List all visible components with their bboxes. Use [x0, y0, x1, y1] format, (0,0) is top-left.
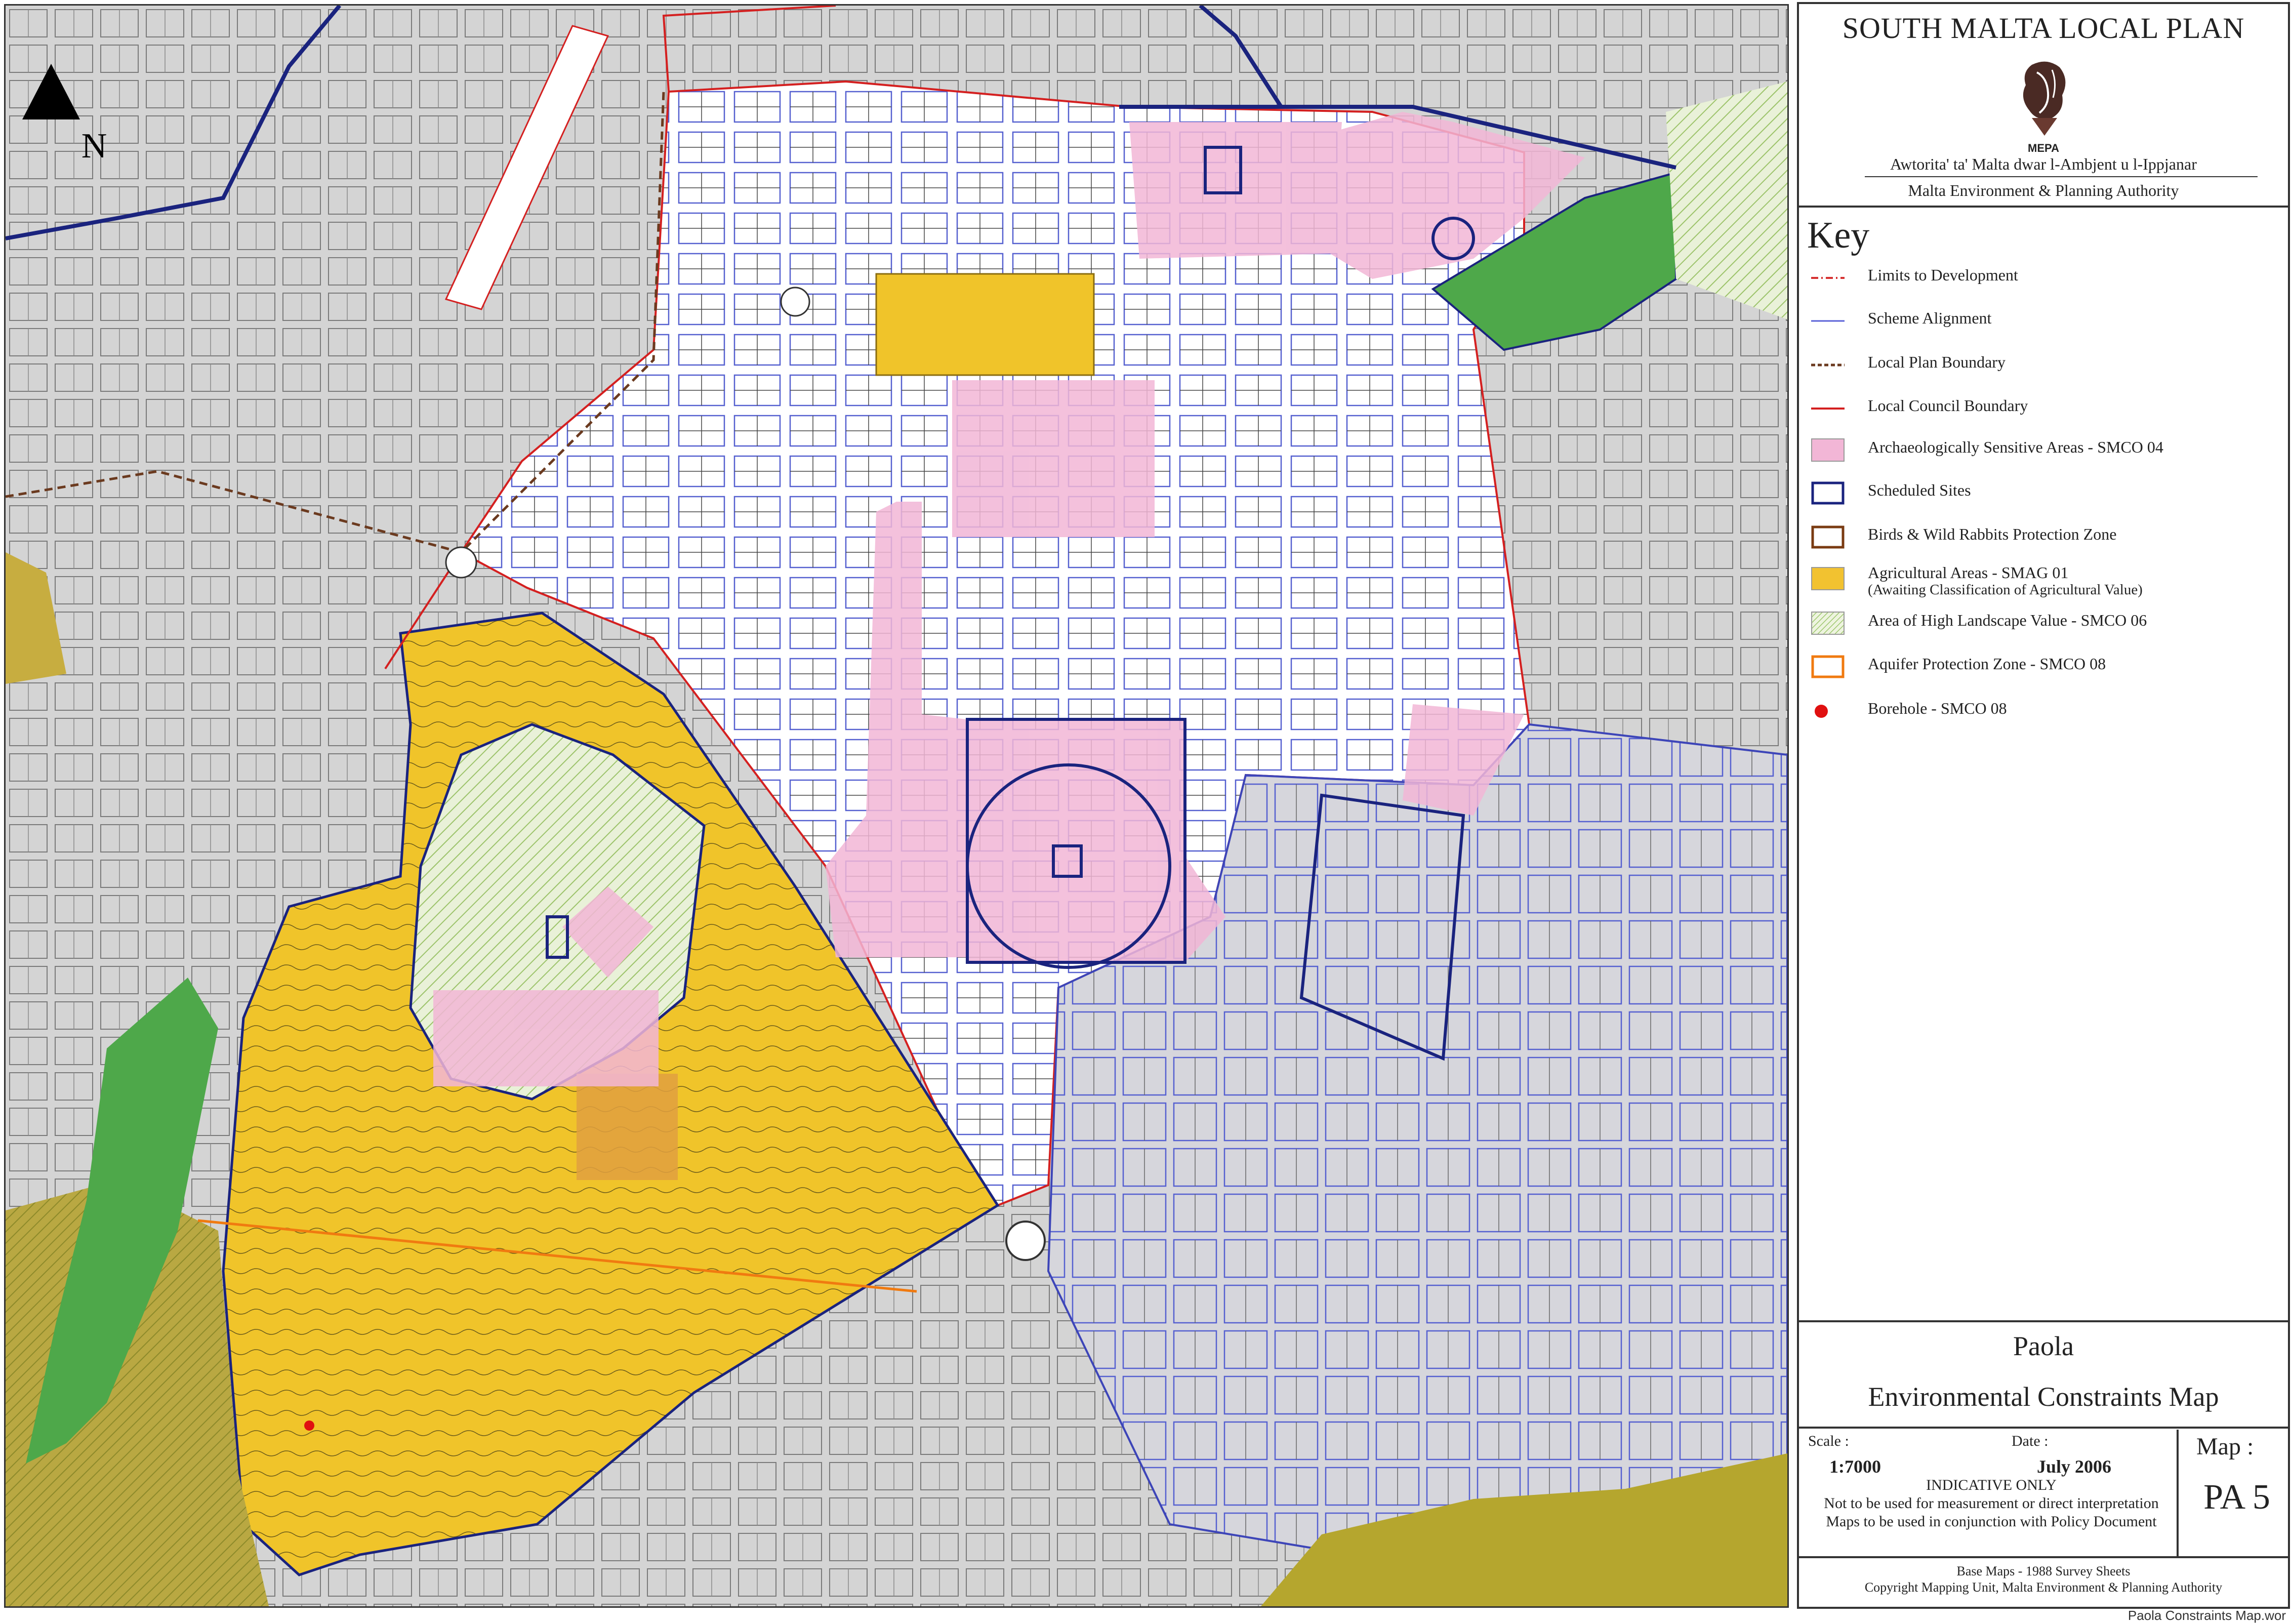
notes: INDICATIVE ONLY Not to be used for measu… — [1799, 1476, 2184, 1531]
note-measurement: Not to be used for measurement or direct… — [1824, 1495, 2159, 1512]
key-item-borehole: Borehole - SMCO 08 — [1811, 696, 2277, 726]
copyright-line: Copyright Mapping Unit, Malta Environmen… — [1864, 1580, 2223, 1595]
key-item-aquifer: Aquifer Protection Zone - SMCO 08 — [1811, 651, 2277, 681]
map-canvas[interactable]: N — [4, 4, 1789, 1608]
authority-maltese: Awtorita' ta' Malta dwar l-Ambjent u l-I… — [1890, 155, 2197, 173]
key-item-scheduled-sites: Scheduled Sites — [1811, 477, 2277, 508]
line-icon — [1811, 320, 1845, 322]
fill-swatch-icon — [1811, 567, 1845, 590]
key-label: Scheduled Sites — [1868, 481, 1971, 499]
map-number: PA 5 — [2203, 1478, 2270, 1517]
divider — [1799, 1320, 2288, 1322]
fill-swatch-icon — [1811, 438, 1845, 462]
mepa-logo-icon — [2023, 61, 2066, 136]
file-name: Paola Constraints Map.wor — [2127, 1608, 2286, 1623]
divider — [2177, 1430, 2179, 1556]
dash-dot-line-icon — [1811, 277, 1845, 279]
roundabout-south — [1005, 1221, 1046, 1261]
key-title: Key — [1807, 215, 1870, 256]
key-item-archaeological: Archaeologically Sensitive Areas - SMCO … — [1811, 434, 2277, 465]
map-svg: N — [6, 6, 1787, 1606]
hatch-swatch-icon — [1811, 612, 1845, 635]
roundabout-west — [445, 546, 477, 579]
key-label: Limits to Development — [1868, 266, 2018, 284]
scale-label: Scale : — [1808, 1433, 1849, 1449]
plan-title: SOUTH MALTA LOCAL PLAN — [1842, 12, 2245, 45]
base-map-credits: Base Maps - 1988 Survey Sheets Copyright… — [1799, 1563, 2288, 1596]
key-label: Agricultural Areas - SMAG 01 (Awaiting C… — [1868, 564, 2143, 598]
borehole-marker — [304, 1420, 314, 1431]
key-item-birds-rabbits: Birds & Wild Rabbits Protection Zone — [1811, 521, 2277, 552]
outline-swatch-icon — [1811, 481, 1845, 505]
north-label: N — [81, 127, 107, 166]
key-label: Birds & Wild Rabbits Protection Zone — [1868, 525, 2117, 543]
base-maps-line: Base Maps - 1988 Survey Sheets — [1956, 1564, 2131, 1578]
outline-swatch-icon — [1811, 655, 1845, 678]
key-label-line2: (Awaiting Classification of Agricultural… — [1868, 582, 2143, 598]
key-label: Scheme Alignment — [1868, 309, 1992, 327]
agricultural-area-north — [875, 273, 1095, 376]
key-item-scheme-alignment: Scheme Alignment — [1811, 305, 2277, 336]
legend-panel: SOUTH MALTA LOCAL PLAN MEPA Awtorita' ta… — [1797, 2, 2290, 1609]
date-label: Date : — [2012, 1433, 2049, 1449]
dot-icon — [1815, 705, 1828, 718]
orange-block — [577, 1074, 678, 1180]
locality-name: Paola — [2013, 1331, 2074, 1361]
key-label: Area of High Landscape Value - SMCO 06 — [1868, 611, 2147, 629]
key-item-local-council-boundary: Local Council Boundary — [1811, 393, 2277, 423]
key-label: Archaeologically Sensitive Areas - SMCO … — [1868, 438, 2163, 456]
dashed-line-icon — [1811, 363, 1845, 367]
divider — [1799, 1556, 2288, 1558]
note-policy: Maps to be used in conjunction with Poli… — [1826, 1513, 2157, 1530]
key-label: Aquifer Protection Zone - SMCO 08 — [1868, 655, 2106, 673]
scale-value: 1:7000 — [1829, 1456, 1881, 1477]
divider — [1799, 206, 2288, 208]
divider — [1865, 176, 2258, 177]
map-number-label: Map : — [2196, 1433, 2254, 1460]
line-icon — [1811, 408, 1845, 410]
key-label-line1: Agricultural Areas - SMAG 01 — [1868, 563, 2069, 582]
key-label: Local Council Boundary — [1868, 396, 2028, 415]
outline-swatch-icon — [1811, 525, 1845, 549]
map-title: Environmental Constraints Map — [1868, 1382, 2219, 1412]
logo-text: MEPA — [2028, 142, 2059, 154]
key-label: Local Plan Boundary — [1868, 353, 2006, 371]
note-indicative: INDICATIVE ONLY — [1926, 1477, 2057, 1493]
key-item-local-plan-boundary: Local Plan Boundary — [1811, 349, 2277, 380]
key-label: Borehole - SMCO 08 — [1868, 699, 2007, 717]
authority-english: Malta Environment & Planning Authority — [1908, 181, 2179, 199]
roundabout-north — [780, 287, 810, 317]
key-item-high-landscape: Area of High Landscape Value - SMCO 06 — [1811, 607, 2277, 638]
divider — [1799, 1427, 2288, 1429]
key-item-agricultural: Agricultural Areas - SMAG 01 (Awaiting C… — [1811, 560, 2277, 600]
date-value: July 2006 — [2037, 1456, 2112, 1477]
key-item-limits-to-development: Limits to Development — [1811, 262, 2277, 293]
